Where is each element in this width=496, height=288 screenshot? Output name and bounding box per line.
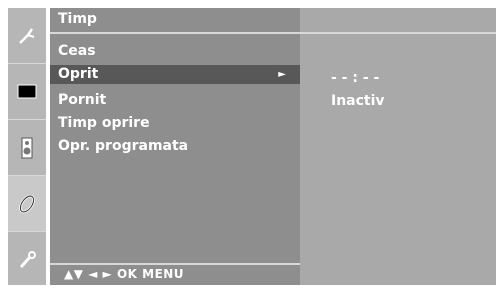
rail-slot-option[interactable] (8, 232, 46, 288)
footer-divider (50, 263, 300, 265)
time-value[interactable]: - - : - - (331, 70, 379, 86)
menu-item-label: Ceas (58, 43, 96, 59)
menu-item-clock[interactable]: Ceas (50, 42, 300, 61)
navigation-hint: ▲▼ ◄ ► OK MENU (64, 267, 185, 281)
rail-slot-time[interactable] (8, 176, 46, 232)
rail-slot-sound[interactable] (8, 120, 46, 176)
menu-item-label: Pornit (58, 92, 107, 108)
category-rail (8, 8, 46, 285)
time-menu-panel: Timp Ceas Oprit ► Pornit Timp oprire Opr… (50, 8, 300, 285)
menu-item-on-time[interactable]: Pornit (50, 91, 300, 110)
picture-icon (17, 84, 37, 98)
time-icon (19, 194, 35, 213)
menu-item-off-time[interactable]: Oprit ► (50, 65, 300, 84)
value-panel: - - : - - Inactiv (300, 8, 496, 285)
menu-divider (50, 32, 300, 34)
submenu-arrow-icon: ► (278, 69, 286, 80)
tv-osd-screen: Timp Ceas Oprit ► Pornit Timp oprire Opr… (0, 0, 496, 285)
status-value[interactable]: Inactiv (331, 93, 385, 109)
menu-item-label: Timp oprire (58, 115, 150, 131)
menu-item-sleep-time[interactable]: Timp oprire (50, 114, 300, 133)
antenna-icon (19, 27, 35, 44)
menu-item-label: Opr. programata (58, 138, 189, 154)
rail-slot-picture[interactable] (8, 64, 46, 120)
option-icon (19, 251, 36, 269)
menu-item-auto-off[interactable]: Opr. programata (50, 137, 300, 156)
value-divider (300, 32, 496, 34)
speaker-icon (21, 137, 33, 158)
rail-slot-station[interactable] (8, 8, 46, 64)
menu-item-label: Oprit (58, 66, 99, 82)
menu-title: Timp (58, 11, 97, 27)
